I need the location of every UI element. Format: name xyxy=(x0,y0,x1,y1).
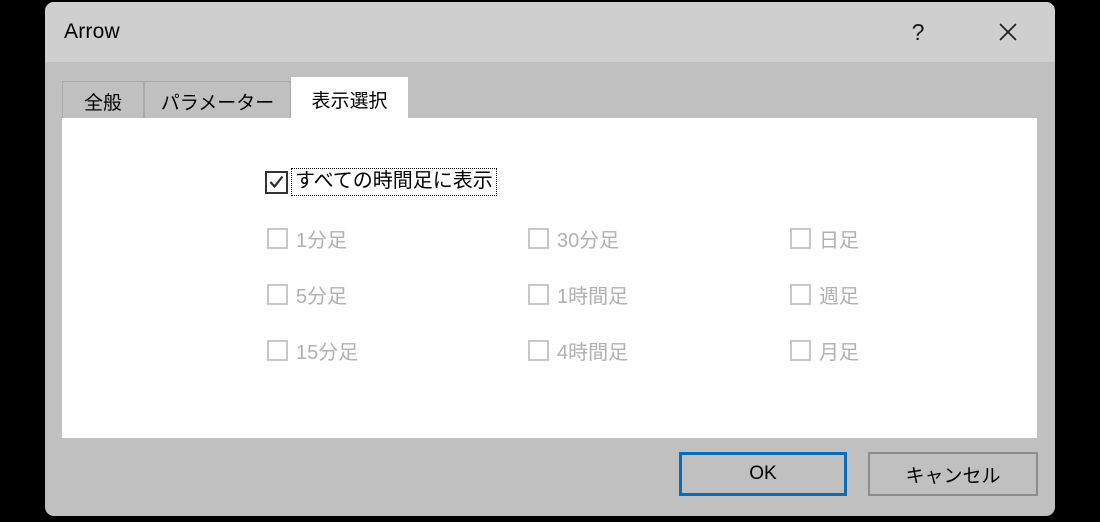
timeframe-item-m15: 15分足 xyxy=(267,336,358,365)
timeframe-item-m1: 1分足 xyxy=(267,224,347,253)
window-title: Arrow xyxy=(64,20,120,43)
timeframe-checkbox-grid: 1分足 30分足 日足 5分足 1時間足 週足 15分足 4時間足 月足 xyxy=(267,224,967,392)
checkbox-m30-label: 30分足 xyxy=(557,230,620,252)
checkbox-mn1 xyxy=(790,340,811,361)
checkbox-h1-label: 1時間足 xyxy=(557,286,629,308)
checkbox-h4 xyxy=(528,340,549,361)
timeframe-item-mn1: 月足 xyxy=(790,336,859,365)
timeframe-item-h4: 4時間足 xyxy=(528,336,628,365)
help-button[interactable]: ? xyxy=(888,2,948,62)
tab-general[interactable]: 全般 xyxy=(62,81,144,120)
checkbox-m5 xyxy=(267,284,288,305)
show-on-all-timeframes-checkbox[interactable] xyxy=(265,170,288,194)
timeframe-item-h1: 1時間足 xyxy=(528,280,628,309)
timeframe-item-m5: 5分足 xyxy=(267,280,347,309)
arrow-properties-dialog: Arrow ? 全般 パラメーター 表示選択 すべての時間足に表示 1分足 30… xyxy=(45,2,1055,516)
timeframe-item-w1: 週足 xyxy=(790,280,859,309)
checkbox-m1 xyxy=(267,228,288,249)
checkbox-m30 xyxy=(528,228,549,249)
checkbox-m1-label: 1分足 xyxy=(296,230,348,252)
show-on-all-timeframes-row[interactable]: すべての時間足に表示 xyxy=(265,168,497,196)
checkbox-w1 xyxy=(790,284,811,305)
tab-strip: 全般 パラメーター 表示選択 xyxy=(45,62,1055,120)
timeframe-row: 15分足 4時間足 月足 xyxy=(267,336,967,392)
cancel-button[interactable]: キャンセル xyxy=(868,452,1038,496)
timeframe-row: 5分足 1時間足 週足 xyxy=(267,280,967,336)
screen-root: Arrow ? 全般 パラメーター 表示選択 すべての時間足に表示 1分足 30… xyxy=(0,0,1100,522)
timeframe-item-d1: 日足 xyxy=(790,224,859,253)
checkbox-mn1-label: 月足 xyxy=(819,342,859,364)
checkbox-h1 xyxy=(528,284,549,305)
close-x-icon xyxy=(998,22,1018,42)
timeframe-item-m30: 30分足 xyxy=(528,224,619,253)
ok-button[interactable]: OK xyxy=(679,452,847,496)
checkbox-m15-label: 15分足 xyxy=(296,342,359,364)
tab-display-selection[interactable]: 表示選択 xyxy=(291,77,408,120)
checkbox-w1-label: 週足 xyxy=(819,286,859,308)
checkbox-m15 xyxy=(267,340,288,361)
checkbox-d1 xyxy=(790,228,811,249)
checkbox-d1-label: 日足 xyxy=(819,230,859,252)
title-bar[interactable]: Arrow ? xyxy=(45,2,1055,62)
display-selection-panel: すべての時間足に表示 1分足 30分足 日足 5分足 1時間足 週足 15分足 … xyxy=(62,118,1037,438)
question-mark-icon: ? xyxy=(911,18,925,45)
checkbox-h4-label: 4時間足 xyxy=(557,342,629,364)
timeframe-row: 1分足 30分足 日足 xyxy=(267,224,967,280)
show-on-all-timeframes-label: すべての時間足に表示 xyxy=(291,168,497,196)
close-button[interactable] xyxy=(978,2,1038,62)
tab-parameters[interactable]: パラメーター xyxy=(144,81,291,120)
checkbox-m5-label: 5分足 xyxy=(296,286,348,308)
